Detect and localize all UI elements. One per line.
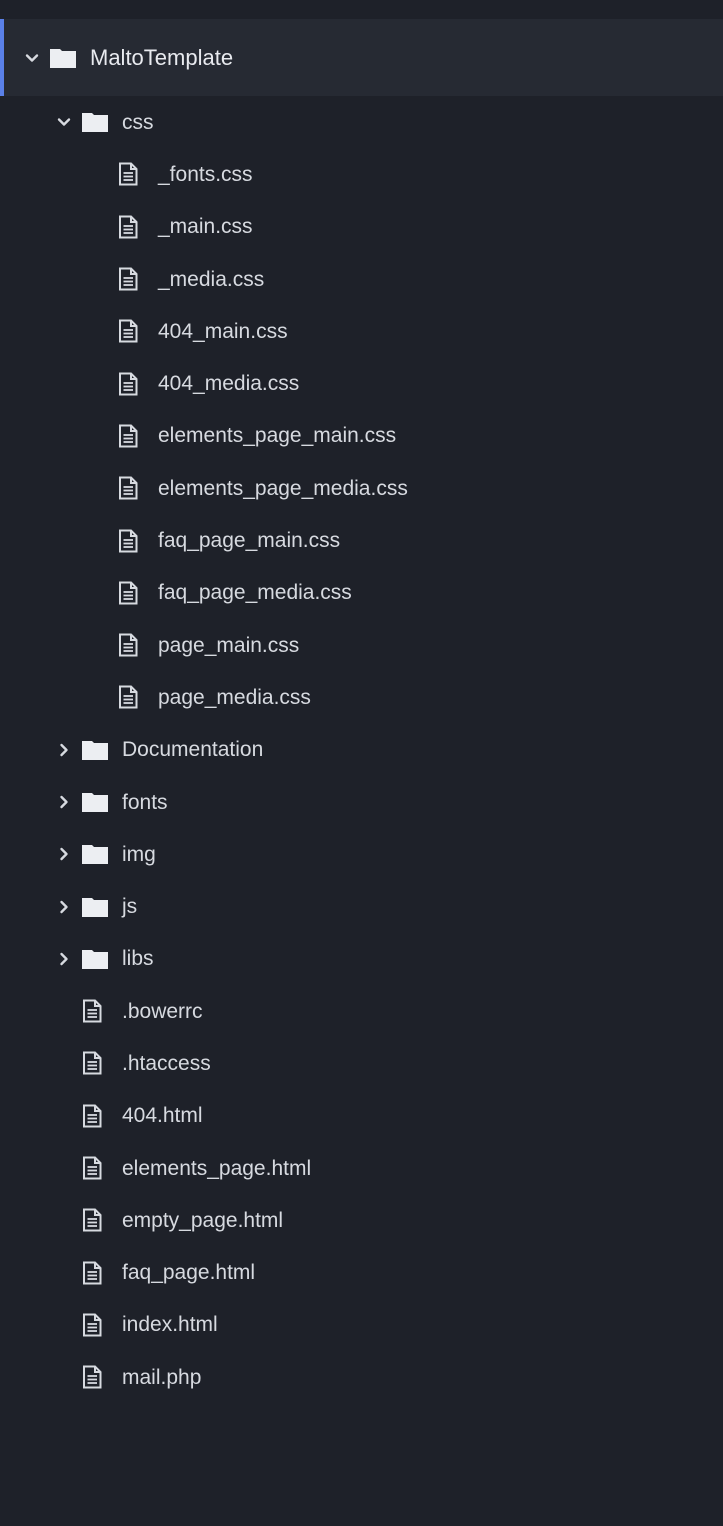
folder-icon bbox=[82, 792, 108, 812]
folder-icon bbox=[82, 112, 108, 133]
file-icon bbox=[118, 162, 138, 186]
file-icon bbox=[118, 319, 138, 343]
file-label: index.html bbox=[122, 1313, 218, 1337]
file-icon bbox=[118, 372, 138, 396]
root-files: .bowerrc .htaccess 404.html elements_page.h… bbox=[0, 985, 723, 1403]
folder-label: css bbox=[122, 110, 154, 134]
tree-file-root-5[interactable]: faq_page.html bbox=[0, 1247, 723, 1299]
tree-file-css-7[interactable]: faq_page_main.css bbox=[0, 514, 723, 566]
tree-file-root-1[interactable]: .htaccess bbox=[0, 1037, 723, 1089]
file-label: _fonts.css bbox=[158, 162, 253, 186]
tree-file-css-0[interactable]: _fonts.css bbox=[0, 148, 723, 200]
folder-label: js bbox=[122, 895, 138, 919]
tree-file-css-1[interactable]: _main.css bbox=[0, 201, 723, 253]
tree-folder-4[interactable]: libs bbox=[0, 933, 723, 985]
file-label: faq_page_main.css bbox=[158, 529, 341, 553]
tree-root-folder[interactable]: MaltoTemplate bbox=[0, 19, 723, 96]
chevron-down-icon[interactable] bbox=[56, 114, 72, 130]
file-icon bbox=[82, 1051, 102, 1075]
file-label: _media.css bbox=[158, 267, 265, 291]
chevron-right-icon[interactable] bbox=[56, 846, 72, 862]
file-label: 404_media.css bbox=[158, 372, 300, 396]
folder-icon bbox=[82, 897, 108, 917]
file-label: elements_page_main.css bbox=[158, 424, 397, 448]
file-label: _main.css bbox=[158, 215, 253, 239]
tree-folder-0[interactable]: Documentation bbox=[0, 724, 723, 776]
tree-file-css-6[interactable]: elements_page_media.css bbox=[0, 462, 723, 514]
folder-icon bbox=[50, 48, 76, 68]
folder-label: Documentation bbox=[122, 738, 264, 762]
file-icon bbox=[82, 999, 102, 1023]
tree-folder-2[interactable]: img bbox=[0, 828, 723, 880]
tree-file-css-2[interactable]: _media.css bbox=[0, 253, 723, 305]
tree-file-css-5[interactable]: elements_page_main.css bbox=[0, 410, 723, 462]
tree-file-css-9[interactable]: page_main.css bbox=[0, 619, 723, 671]
tree-file-root-4[interactable]: empty_page.html bbox=[0, 1194, 723, 1246]
file-label: .htaccess bbox=[122, 1051, 211, 1075]
file-icon bbox=[118, 529, 138, 553]
file-icon bbox=[82, 1365, 102, 1389]
tree-file-root-0[interactable]: .bowerrc bbox=[0, 985, 723, 1037]
file-icon bbox=[82, 1208, 102, 1232]
file-label: elements_page.html bbox=[122, 1156, 312, 1180]
file-label: 404.html bbox=[122, 1104, 203, 1128]
file-label: mail.php bbox=[122, 1365, 202, 1389]
file-icon bbox=[82, 1104, 102, 1128]
tree-folder-1[interactable]: fonts bbox=[0, 776, 723, 828]
tree-file-css-4[interactable]: 404_media.css bbox=[0, 357, 723, 409]
file-icon bbox=[118, 633, 138, 657]
tree-file-css-10[interactable]: page_media.css bbox=[0, 671, 723, 723]
folder-icon bbox=[82, 740, 108, 760]
folder-label: img bbox=[122, 842, 156, 866]
file-icon bbox=[82, 1313, 102, 1337]
file-explorer-panel: MaltoTemplate css _fonts.css _main.css _me… bbox=[0, 0, 723, 1526]
root-folder-label: MaltoTemplate bbox=[90, 44, 234, 70]
file-icon bbox=[118, 267, 138, 291]
file-label: 404_main.css bbox=[158, 319, 288, 343]
chevron-right-icon[interactable] bbox=[56, 951, 72, 967]
folder-icon bbox=[82, 844, 108, 865]
chevron-right-icon[interactable] bbox=[56, 899, 72, 915]
folder-label: fonts bbox=[122, 790, 168, 814]
file-icon bbox=[82, 1261, 102, 1285]
chevron-down-icon[interactable] bbox=[24, 50, 40, 66]
folder-label: libs bbox=[122, 947, 154, 971]
file-label: faq_page.html bbox=[122, 1261, 256, 1285]
tree-file-css-3[interactable]: 404_main.css bbox=[0, 305, 723, 357]
file-icon bbox=[118, 424, 138, 448]
file-label: faq_page_media.css bbox=[158, 581, 352, 605]
file-icon bbox=[118, 685, 138, 709]
chevron-right-icon[interactable] bbox=[56, 742, 72, 758]
tree-file-root-6[interactable]: index.html bbox=[0, 1299, 723, 1351]
file-icon bbox=[118, 215, 138, 239]
tree-file-root-7[interactable]: mail.php bbox=[0, 1351, 723, 1403]
folder-icon bbox=[82, 949, 108, 969]
file-icon bbox=[118, 581, 138, 605]
tree-file-root-3[interactable]: elements_page.html bbox=[0, 1142, 723, 1194]
file-icon bbox=[118, 476, 138, 500]
tree-folder-3[interactable]: js bbox=[0, 880, 723, 932]
file-label: .bowerrc bbox=[122, 999, 203, 1023]
css-folder-contents: _fonts.css _main.css _media.css 404_main.cs… bbox=[0, 148, 723, 723]
file-label: page_main.css bbox=[158, 633, 300, 657]
tree-folder-css[interactable]: css bbox=[0, 96, 723, 148]
collapsed-folders: Documentation fonts img js libs bbox=[0, 724, 723, 985]
file-label: page_media.css bbox=[158, 685, 311, 709]
tree-file-css-8[interactable]: faq_page_media.css bbox=[0, 567, 723, 619]
file-label: elements_page_media.css bbox=[158, 476, 408, 500]
tree-file-root-2[interactable]: 404.html bbox=[0, 1090, 723, 1142]
file-label: empty_page.html bbox=[122, 1208, 284, 1232]
chevron-right-icon[interactable] bbox=[56, 794, 72, 810]
file-icon bbox=[82, 1156, 102, 1180]
